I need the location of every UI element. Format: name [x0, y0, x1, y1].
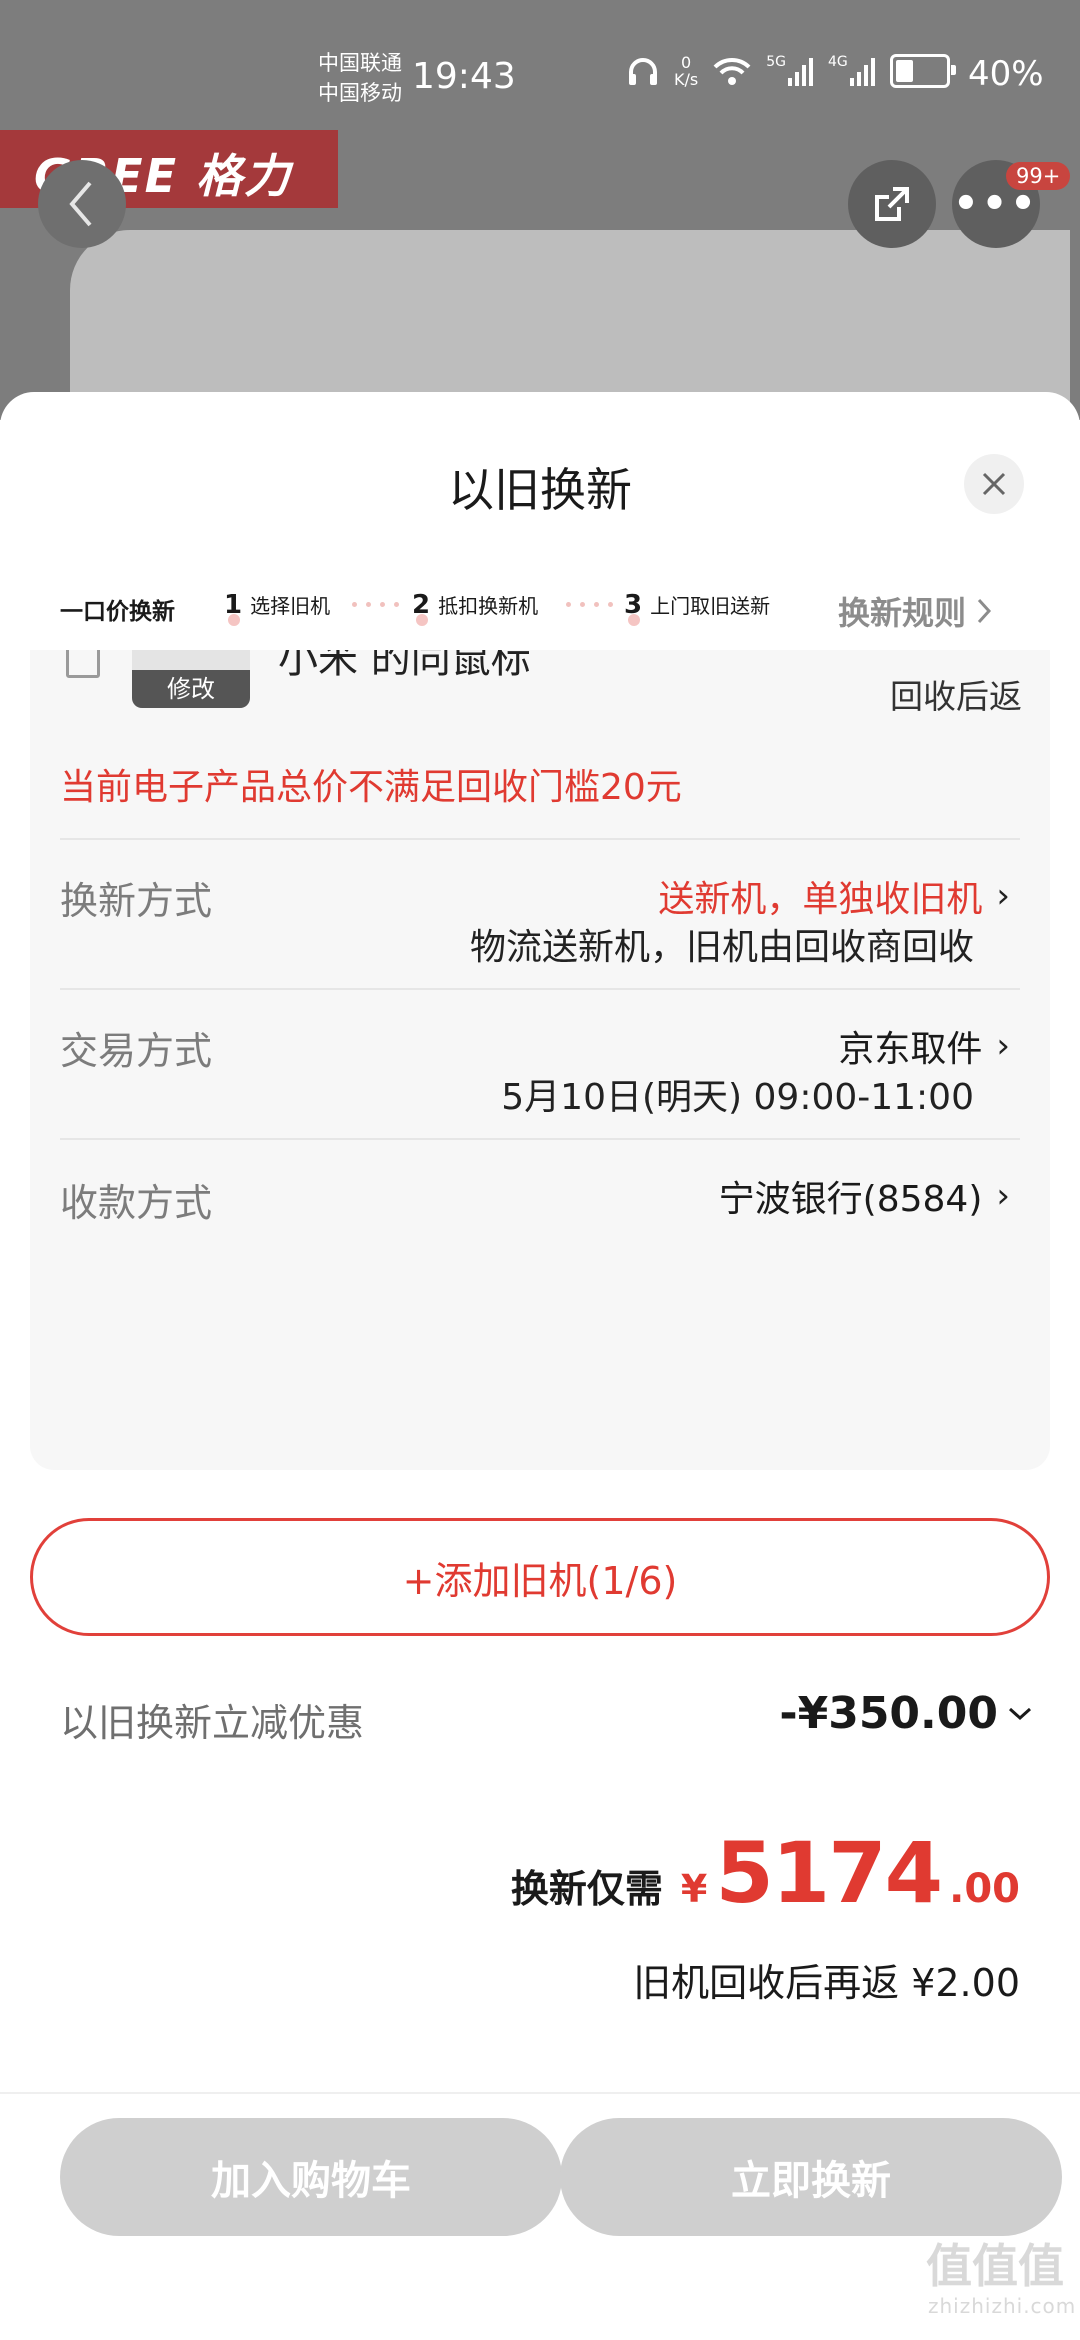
watermark-url: zhizhizhi.com — [928, 2294, 1077, 2318]
discount-value: -¥350.00 — [779, 1688, 998, 1739]
step-label: 选择旧机 — [250, 594, 331, 618]
edit-button[interactable]: 修改 — [132, 670, 250, 708]
signal-5g-label: 5G — [766, 54, 786, 70]
old-item-thumbnail[interactable]: 修改 — [132, 650, 250, 708]
method-selector[interactable]: 送新机，单独收旧机 › — [658, 870, 1010, 922]
step-bar: 一口价换新 1 选择旧机 2 抵扣换新机 3 上门取旧送新 换新规则 — [0, 580, 1080, 644]
step-number: 1 — [224, 590, 243, 626]
trade-selector[interactable]: 京东取件 › — [838, 1020, 1010, 1072]
step-1: 1 选择旧机 — [224, 590, 331, 626]
headphones-icon — [629, 58, 657, 85]
method-label: 换新方式 — [60, 879, 213, 923]
total-label: 换新仅需 — [510, 1867, 663, 1911]
share-icon — [875, 187, 909, 221]
rules-label: 换新规则 — [838, 594, 967, 632]
chevron-right-icon: › — [996, 1026, 1010, 1066]
footer-divider — [0, 2092, 1080, 2094]
trade-value: 京东取件 — [838, 1029, 983, 1070]
clock: 19:43 — [412, 56, 516, 97]
carriers: 中国联通 中国移动 — [318, 48, 402, 108]
trash-icon[interactable] — [66, 650, 100, 678]
total-currency: ¥ — [680, 1867, 708, 1911]
step-label: 上门取旧送新 — [650, 594, 771, 618]
trade-label: 交易方式 — [60, 1029, 213, 1073]
total-decimal: .00 — [949, 1866, 1020, 1912]
chevron-right-icon: › — [996, 1176, 1010, 1216]
sheet-title: 以旧换新 — [448, 463, 632, 517]
carrier-1: 中国联通 — [318, 51, 402, 75]
battery-tip — [950, 65, 956, 75]
payment-selector[interactable]: 宁波银行(8584) › — [719, 1170, 1010, 1222]
return-note: 回收后返 — [890, 677, 1022, 716]
back-button[interactable] — [38, 160, 126, 248]
net-speed-value: 0 — [681, 53, 692, 72]
divider — [60, 1138, 1020, 1140]
notification-badge: 99+ — [1006, 162, 1071, 190]
signal-icon-2 — [849, 58, 875, 86]
add-old-item-button[interactable]: +添加旧机(1/6) — [30, 1518, 1050, 1636]
total-integer: 5174 — [715, 1824, 943, 1922]
battery-icon — [889, 54, 956, 88]
divider — [60, 838, 1020, 840]
carrier-2: 中国移动 — [318, 81, 402, 105]
share-button[interactable] — [848, 160, 936, 248]
discount-toggle[interactable]: -¥350.00 — [779, 1688, 1032, 1739]
battery-percent: 40% — [968, 54, 1044, 94]
status-icons: 0 K/s 5G 4G — [626, 54, 956, 88]
refund-note: 旧机回收后再返 ¥2.00 — [633, 1961, 1020, 2005]
product-image-area: GREE 格力 ••• 99+ 中国联通 中国移动 19:43 0 K/s 5G… — [0, 0, 1080, 420]
payment-value: 宁波银行(8584) — [718, 1179, 983, 1220]
old-item-name: 小米 的同鼠标 — [278, 650, 531, 682]
step-2: 2 抵扣换新机 — [412, 590, 539, 626]
net-speed-unit: K/s — [674, 70, 699, 89]
net-speed: 0 K/s — [674, 54, 698, 88]
total-price: 换新仅需 ¥ 5174 .00 — [511, 1824, 1020, 1922]
divider — [60, 988, 1020, 990]
battery-fill — [895, 60, 913, 82]
threshold-warning: 当前电子产品总价不满足回收门槛20元 — [60, 767, 682, 808]
step-number: 3 — [624, 590, 643, 626]
trade-sub: 5月10日(明天) 09:00-11:00 — [501, 1077, 974, 1118]
method-value: 送新机，单独收旧机 — [658, 879, 983, 920]
step-number: 2 — [412, 590, 431, 626]
trade-now-button[interactable]: 立即换新 — [560, 2118, 1062, 2236]
chevron-left-icon — [69, 181, 92, 227]
signal-icon — [787, 58, 813, 86]
payment-label: 收款方式 — [60, 1181, 213, 1225]
signal-4g-label: 4G — [827, 54, 848, 70]
close-button[interactable] — [964, 454, 1024, 514]
watermark-logo: 值值值 — [926, 2239, 1064, 2293]
close-icon — [982, 472, 1006, 496]
step-lead: 一口价换新 — [60, 599, 175, 625]
method-sub: 物流送新机，旧机由回收商回收 — [469, 927, 974, 968]
old-item-card: 修改 小米 的同鼠标 回收后返 当前电子产品总价不满足回收门槛20元 换新方式 … — [30, 650, 1050, 1470]
chevron-right-icon: › — [996, 876, 1010, 916]
step-3: 3 上门取旧送新 — [624, 590, 771, 626]
chevron-down-icon — [1008, 1707, 1032, 1720]
step-dots — [352, 602, 399, 607]
discount-label: 以旧换新立减优惠 — [60, 1701, 365, 1745]
trade-in-sheet: 以旧换新 一口价换新 1 选择旧机 2 抵扣换新机 3 上门取旧送新 换新规则 … — [0, 392, 1080, 2340]
step-label: 抵扣换新机 — [438, 594, 539, 618]
step-dots — [566, 602, 613, 607]
wifi-icon — [713, 57, 751, 85]
status-bar: 中国联通 中国移动 19:43 0 K/s 5G 4G 40% — [0, 0, 1080, 130]
rules-link[interactable]: 换新规则 — [838, 588, 992, 634]
add-to-cart-button[interactable]: 加入购物车 — [60, 2118, 562, 2236]
chevron-right-icon — [977, 598, 992, 624]
